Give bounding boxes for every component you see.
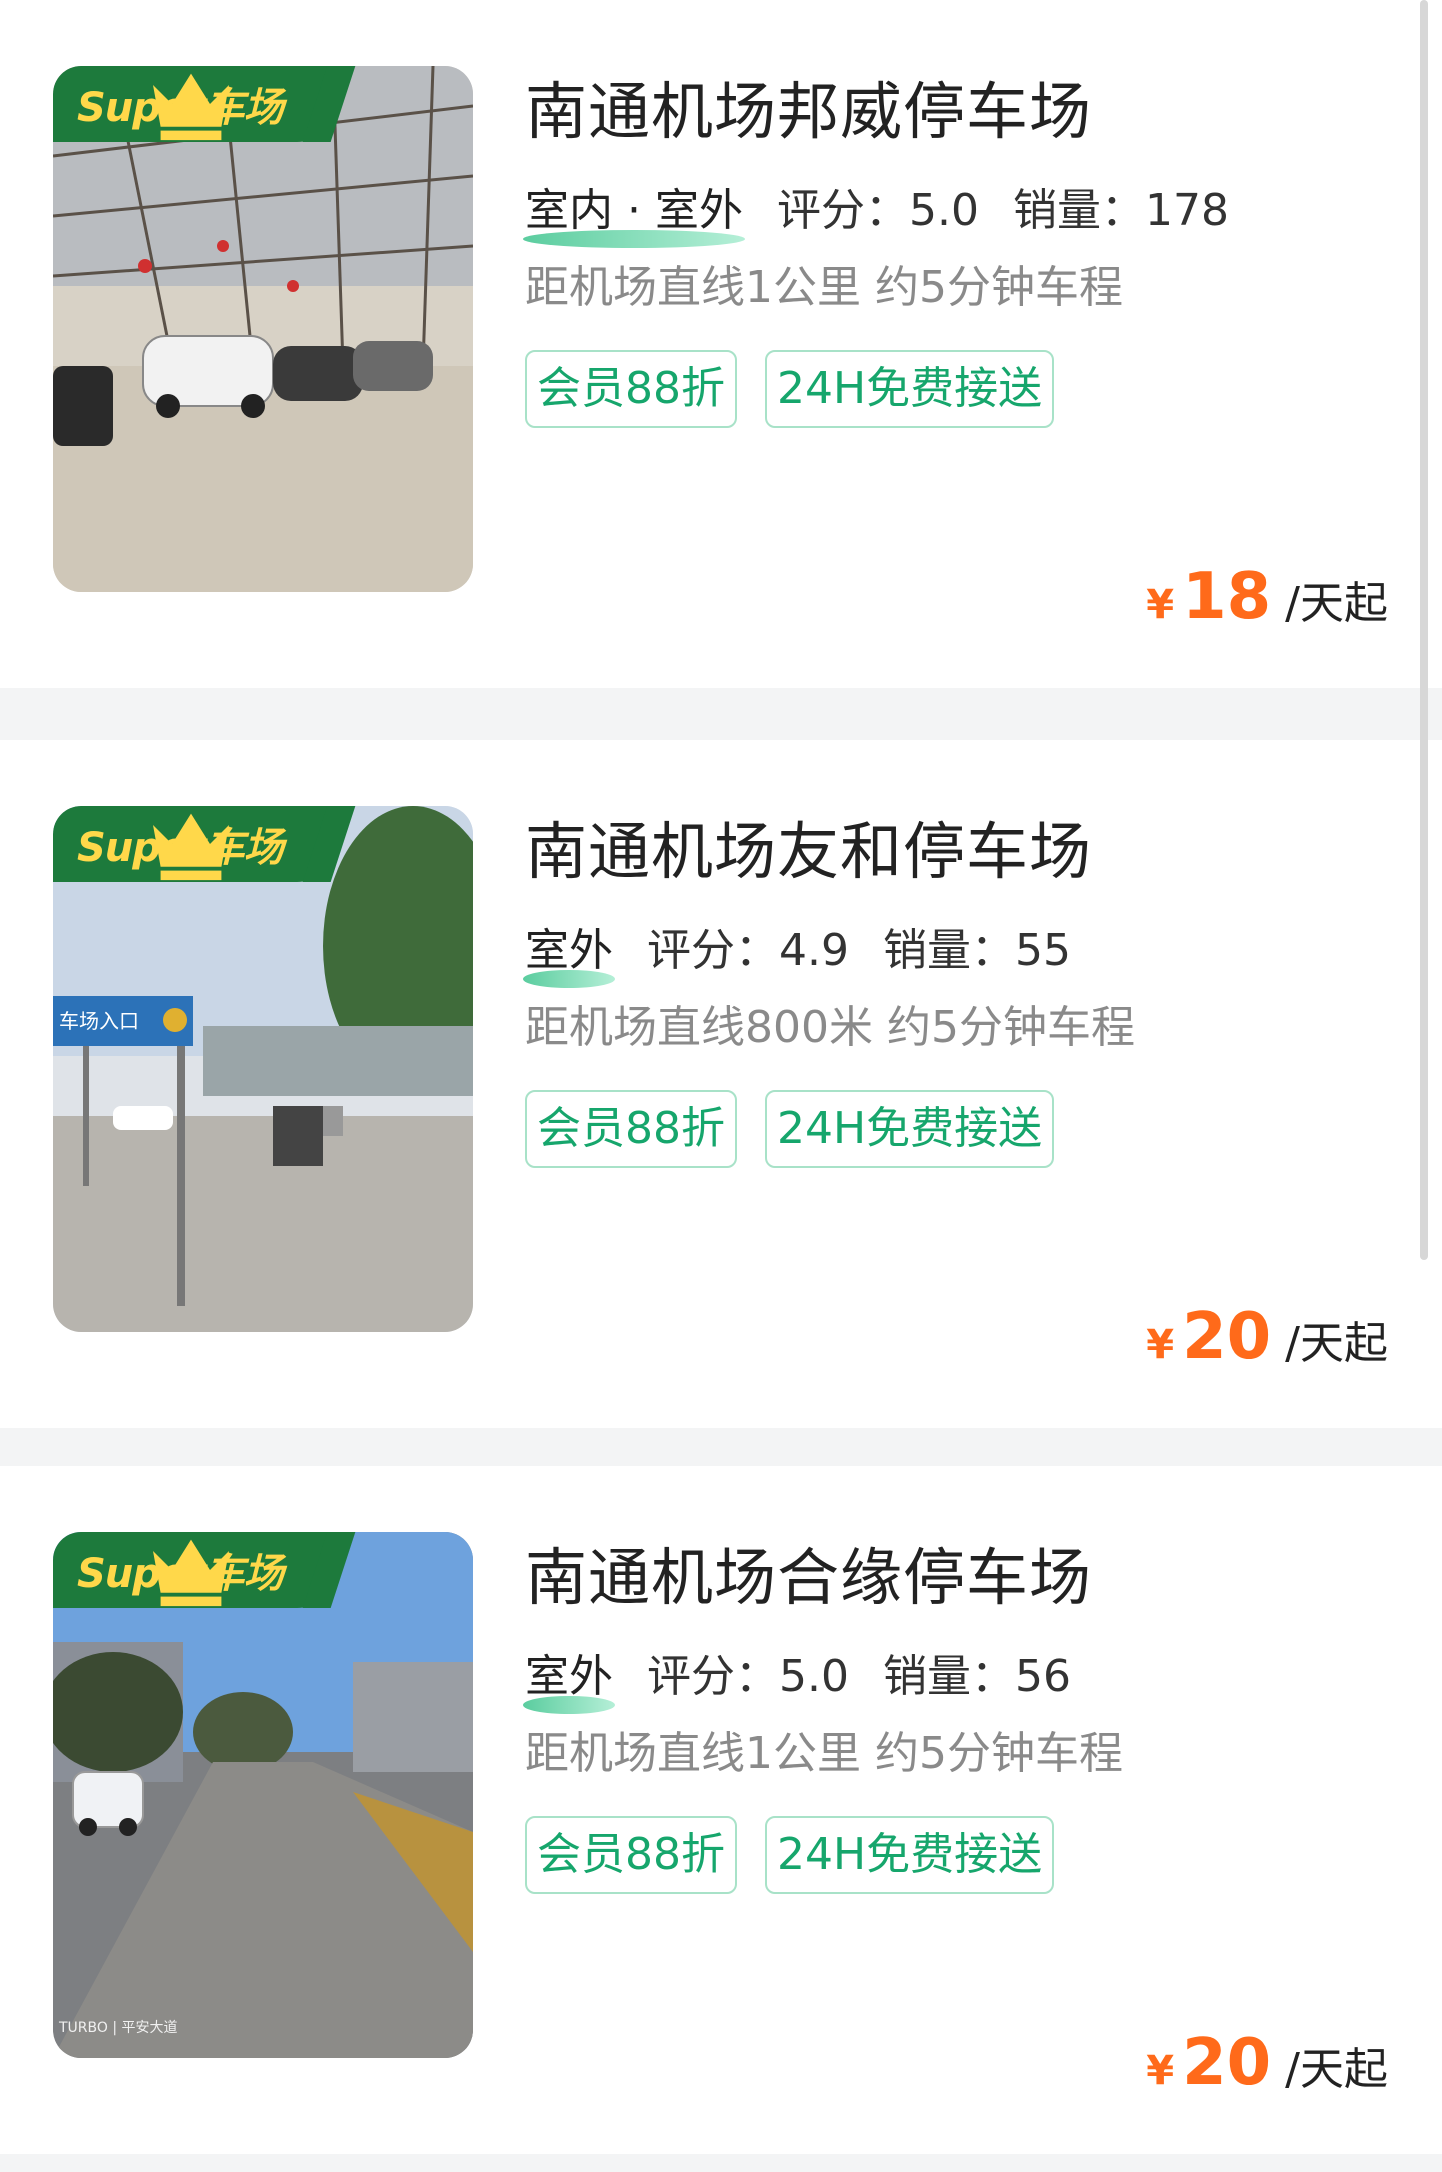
tag-free-shuttle: 24H免费接送 — [765, 1090, 1055, 1168]
super-parking-badge: Super车场 — [53, 66, 329, 142]
price: ¥ 18 /天起 — [1146, 560, 1388, 634]
parking-title[interactable]: 南通机场友和停车场 — [525, 806, 1405, 898]
currency-symbol: ¥ — [1146, 2048, 1175, 2094]
photo-watermark: TURBO | 平安大道 — [58, 2020, 178, 2036]
badge-label: Super车场 — [77, 85, 284, 131]
sales: 销量：178 — [1012, 185, 1229, 236]
rating: 评分：5.0 — [776, 185, 979, 236]
distance-text: 距机场直线1公里 约5分钟车程 — [525, 1728, 1123, 1779]
tag-member-discount: 会员88折 — [525, 350, 737, 428]
price-amount: 20 — [1182, 2026, 1272, 2100]
parking-photo[interactable]: Super车场 — [53, 66, 473, 592]
tag-free-shuttle: 24H免费接送 — [765, 1816, 1055, 1894]
currency-symbol: ¥ — [1146, 582, 1175, 628]
price-unit: /天起 — [1285, 578, 1388, 629]
parking-photo[interactable]: 车场入口 Super车场 — [53, 806, 473, 1332]
sales: 销量：56 — [882, 1651, 1071, 1702]
parking-card[interactable]: TURBO | 平安大道 Super车场 南通机场合缘停车场 室外 评分：5.0… — [0, 1466, 1442, 2154]
parking-title[interactable]: 南通机场邦威停车场 — [525, 66, 1405, 158]
meta-row: 室内 · 室外 评分：5.0 销量：178 — [523, 174, 1405, 248]
rating: 评分：5.0 — [647, 1651, 849, 1702]
price-amount: 18 — [1182, 560, 1272, 634]
parking-photo[interactable]: TURBO | 平安大道 Super车场 — [53, 1532, 473, 2058]
distance-text: 距机场直线800米 约5分钟车程 — [525, 1002, 1135, 1053]
tags: 会员88折 24H免费接送 — [525, 1816, 1405, 1894]
price-unit: /天起 — [1285, 2044, 1388, 2095]
environment-label: 室内 · 室外 — [523, 174, 745, 248]
environment-label: 室外 — [523, 914, 615, 988]
price-amount: 20 — [1182, 1300, 1272, 1374]
meta-row: 室外 评分：5.0 销量：56 — [523, 1640, 1405, 1714]
price: ¥ 20 /天起 — [1146, 1300, 1388, 1374]
environment-label: 室外 — [523, 1640, 615, 1714]
badge-label: Super车场 — [77, 1551, 284, 1597]
meta-row: 室外 评分：4.9 销量：55 — [523, 914, 1405, 988]
parking-title[interactable]: 南通机场合缘停车场 — [525, 1532, 1405, 1624]
tag-free-shuttle: 24H免费接送 — [765, 350, 1055, 428]
entrance-sign-text: 车场入口 — [59, 1009, 139, 1033]
outdoor-road-photo: TURBO | 平安大道 — [53, 1532, 473, 2058]
sales: 销量：55 — [882, 925, 1071, 976]
rating: 评分：4.9 — [647, 925, 849, 976]
badge-label: Super车场 — [77, 825, 284, 871]
scrollbar[interactable] — [1420, 0, 1428, 1260]
tag-member-discount: 会员88折 — [525, 1816, 737, 1894]
parking-card[interactable]: Super车场 南通机场邦威停车场 室内 · 室外 评分：5.0 销量：178 … — [0, 0, 1442, 688]
tag-member-discount: 会员88折 — [525, 1090, 737, 1168]
price: ¥ 20 /天起 — [1146, 2026, 1388, 2100]
tags: 会员88折 24H免费接送 — [525, 350, 1405, 428]
parking-card[interactable]: 车场入口 Super车场 南通机场友和停车场 室外 评分：4.9 销量：55 距… — [0, 740, 1442, 1428]
distance-text: 距机场直线1公里 约5分钟车程 — [525, 262, 1123, 313]
currency-symbol: ¥ — [1146, 1322, 1175, 1368]
super-parking-badge: Super车场 — [53, 1532, 329, 1608]
price-unit: /天起 — [1285, 1318, 1388, 1369]
parking-entrance-photo: 车场入口 — [53, 806, 473, 1332]
indoor-parking-lot-photo — [53, 66, 473, 592]
tags: 会员88折 24H免费接送 — [525, 1090, 1405, 1168]
super-parking-badge: Super车场 — [53, 806, 329, 882]
